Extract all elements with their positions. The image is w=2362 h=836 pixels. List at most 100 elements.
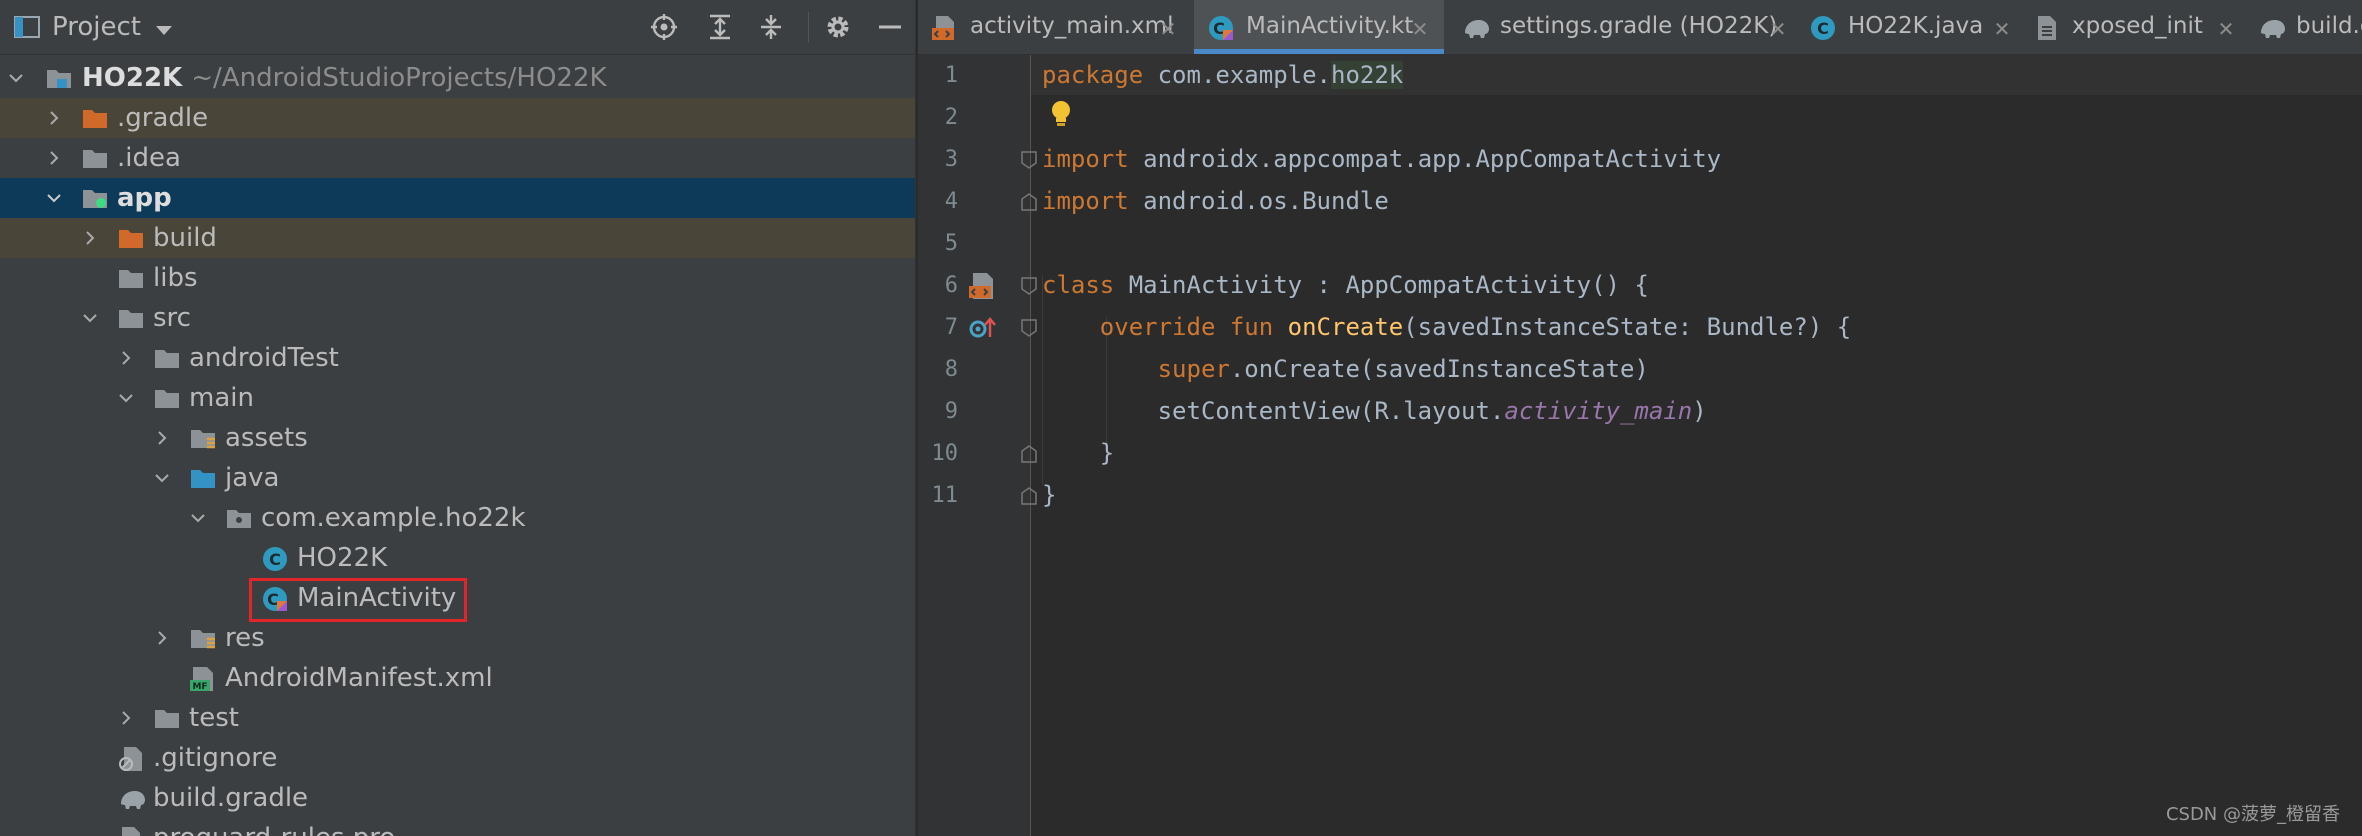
fold-marker-icon[interactable] xyxy=(1021,319,1037,337)
line-number: 3 xyxy=(944,147,958,172)
tree-item-assets[interactable]: assets xyxy=(0,418,915,458)
tab-settings-gradle[interactable]: settings.gradle (HO22K) ✕ xyxy=(1448,0,1793,54)
chevron-down-icon[interactable] xyxy=(154,470,170,486)
tab-activity-main-xml[interactable]: activity_main.xml ✕ xyxy=(918,0,1188,54)
line-number: 1 xyxy=(944,63,958,88)
project-name: HO22K xyxy=(82,63,183,93)
line-number: 2 xyxy=(944,105,958,130)
resources-folder-icon xyxy=(190,426,215,450)
function-token: onCreate xyxy=(1287,313,1404,341)
tree-item-res[interactable]: res xyxy=(0,618,915,658)
chevron-right-icon[interactable] xyxy=(118,350,134,366)
close-icon[interactable]: ✕ xyxy=(1158,17,1178,41)
code-line-9[interactable]: setContentView(R.layout.activity_main) xyxy=(1042,397,1707,425)
keyword-token: override fun xyxy=(1099,313,1288,341)
tree-item-androidtest[interactable]: androidTest xyxy=(0,338,915,378)
tab-label: MainActivity.kt xyxy=(1246,13,1414,39)
tree-item-build[interactable]: build xyxy=(0,218,915,258)
code-line-6[interactable]: class MainActivity : AppCompatActivity()… xyxy=(1042,271,1649,299)
code-line-10[interactable]: } xyxy=(1042,439,1114,467)
chevron-right-icon[interactable] xyxy=(46,110,62,126)
project-path: ~/AndroidStudioProjects/HO22K xyxy=(191,63,607,93)
fold-marker-icon[interactable] xyxy=(1021,445,1037,463)
code-line-11[interactable]: } xyxy=(1042,481,1056,509)
line-number: 7 xyxy=(944,315,958,340)
view-mode-dropdown-icon[interactable] xyxy=(155,22,173,41)
close-icon[interactable]: ✕ xyxy=(2216,17,2236,41)
tree-item-ho22k-class[interactable]: C HO22K xyxy=(0,538,915,578)
tree-item-manifest[interactable]: MF AndroidManifest.xml xyxy=(0,658,915,698)
fold-marker-icon[interactable] xyxy=(1021,193,1037,211)
fold-marker-icon[interactable] xyxy=(1021,487,1037,505)
text-file-icon xyxy=(2034,15,2060,41)
chevron-down-icon[interactable] xyxy=(118,390,134,406)
chevron-right-icon[interactable] xyxy=(154,630,170,646)
minimize-icon[interactable] xyxy=(876,13,904,41)
chevron-right-icon[interactable] xyxy=(46,150,62,166)
tree-item-app[interactable]: app xyxy=(0,178,915,218)
code-line-4[interactable]: import android.os.Bundle xyxy=(1042,187,1389,215)
collapse-all-icon[interactable] xyxy=(757,13,785,41)
tree-item-main[interactable]: main xyxy=(0,378,915,418)
svg-text:C: C xyxy=(269,550,281,569)
code-line-3[interactable]: import androidx.appcompat.app.AppCompatA… xyxy=(1042,145,1721,173)
gradle-elephant-icon xyxy=(1462,15,1492,41)
select-opened-file-icon[interactable] xyxy=(650,13,678,41)
chevron-right-icon[interactable] xyxy=(118,710,134,726)
keyword-token: import xyxy=(1042,145,1129,173)
tree-item-gitignore[interactable]: .gitignore xyxy=(0,738,915,778)
code-line-7[interactable]: override fun onCreate(savedInstanceState… xyxy=(1042,313,1851,341)
chevron-down-icon[interactable] xyxy=(46,190,62,206)
project-panel: Project HO22K ~/AndroidStudioProjects/HO… xyxy=(0,0,915,836)
tab-mainactivity-kt[interactable]: C MainActivity.kt ✕ xyxy=(1194,0,1444,54)
tab-xposed-init[interactable]: xposed_init ✕ xyxy=(2020,0,2240,54)
chevron-down-icon[interactable] xyxy=(82,310,98,326)
expand-all-icon[interactable] xyxy=(706,13,734,41)
override-marker-icon[interactable] xyxy=(968,315,998,345)
code-line-8[interactable]: super.onCreate(savedInstanceState) xyxy=(1042,355,1649,383)
editor-tab-bar: activity_main.xml ✕ C MainActivity.kt ✕ … xyxy=(918,0,2362,55)
code-text: com.example. xyxy=(1143,61,1331,89)
tab-build-gradle[interactable]: build.gradle xyxy=(2244,0,2362,54)
code-line-1[interactable]: package com.example.ho22k xyxy=(1042,61,1404,89)
tree-item-label: AndroidManifest.xml xyxy=(225,663,493,693)
tree-item-label: .gradle xyxy=(117,103,209,133)
code-editor[interactable]: 1 2 3 4 5 6 7 8 9 10 11 package com.exam… xyxy=(918,55,2362,836)
close-icon[interactable]: ✕ xyxy=(1410,17,1430,41)
tree-item-libs[interactable]: libs xyxy=(0,258,915,298)
close-icon[interactable]: ✕ xyxy=(1768,17,1788,41)
xml-layout-icon xyxy=(932,15,958,41)
chevron-right-icon[interactable] xyxy=(82,230,98,246)
fold-marker-icon[interactable] xyxy=(1021,277,1037,295)
gear-icon[interactable] xyxy=(824,13,852,41)
line-number: 11 xyxy=(931,483,959,508)
gradle-elephant-icon xyxy=(2258,15,2288,41)
chevron-right-icon[interactable] xyxy=(154,430,170,446)
lightbulb-icon[interactable] xyxy=(1049,99,1073,133)
fold-marker-icon[interactable] xyxy=(1021,151,1037,169)
chevron-down-icon[interactable] xyxy=(190,510,206,526)
tab-ho22k-java[interactable]: C HO22K.java ✕ xyxy=(1796,0,2016,54)
code-text: setContentView(R.layout. xyxy=(1157,397,1505,425)
tree-item-label: res xyxy=(225,623,265,653)
tree-item-project-root[interactable]: HO22K ~/AndroidStudioProjects/HO22K xyxy=(0,58,915,98)
close-icon[interactable]: ✕ xyxy=(1992,17,2012,41)
tree-item-package[interactable]: com.example.ho22k xyxy=(0,498,915,538)
chevron-down-icon[interactable] xyxy=(8,70,24,86)
tree-item-proguard[interactable]: proguard-rules.pro xyxy=(0,818,915,836)
tree-item-test[interactable]: test xyxy=(0,698,915,738)
tree-item-build-gradle[interactable]: build.gradle xyxy=(0,778,915,818)
line-number: 6 xyxy=(944,273,958,298)
project-panel-header: Project xyxy=(0,0,915,55)
tree-item-gradle[interactable]: .gradle xyxy=(0,98,915,138)
layout-preview-icon[interactable] xyxy=(967,271,997,305)
tree-item-label: java xyxy=(225,463,280,493)
svg-text:MF: MF xyxy=(192,682,207,692)
ignore-file-icon xyxy=(118,746,142,771)
project-panel-title[interactable]: Project xyxy=(52,12,141,42)
tree-item-java[interactable]: java xyxy=(0,458,915,498)
tree-item-idea[interactable]: .idea xyxy=(0,138,915,178)
tree-item-src[interactable]: src xyxy=(0,298,915,338)
